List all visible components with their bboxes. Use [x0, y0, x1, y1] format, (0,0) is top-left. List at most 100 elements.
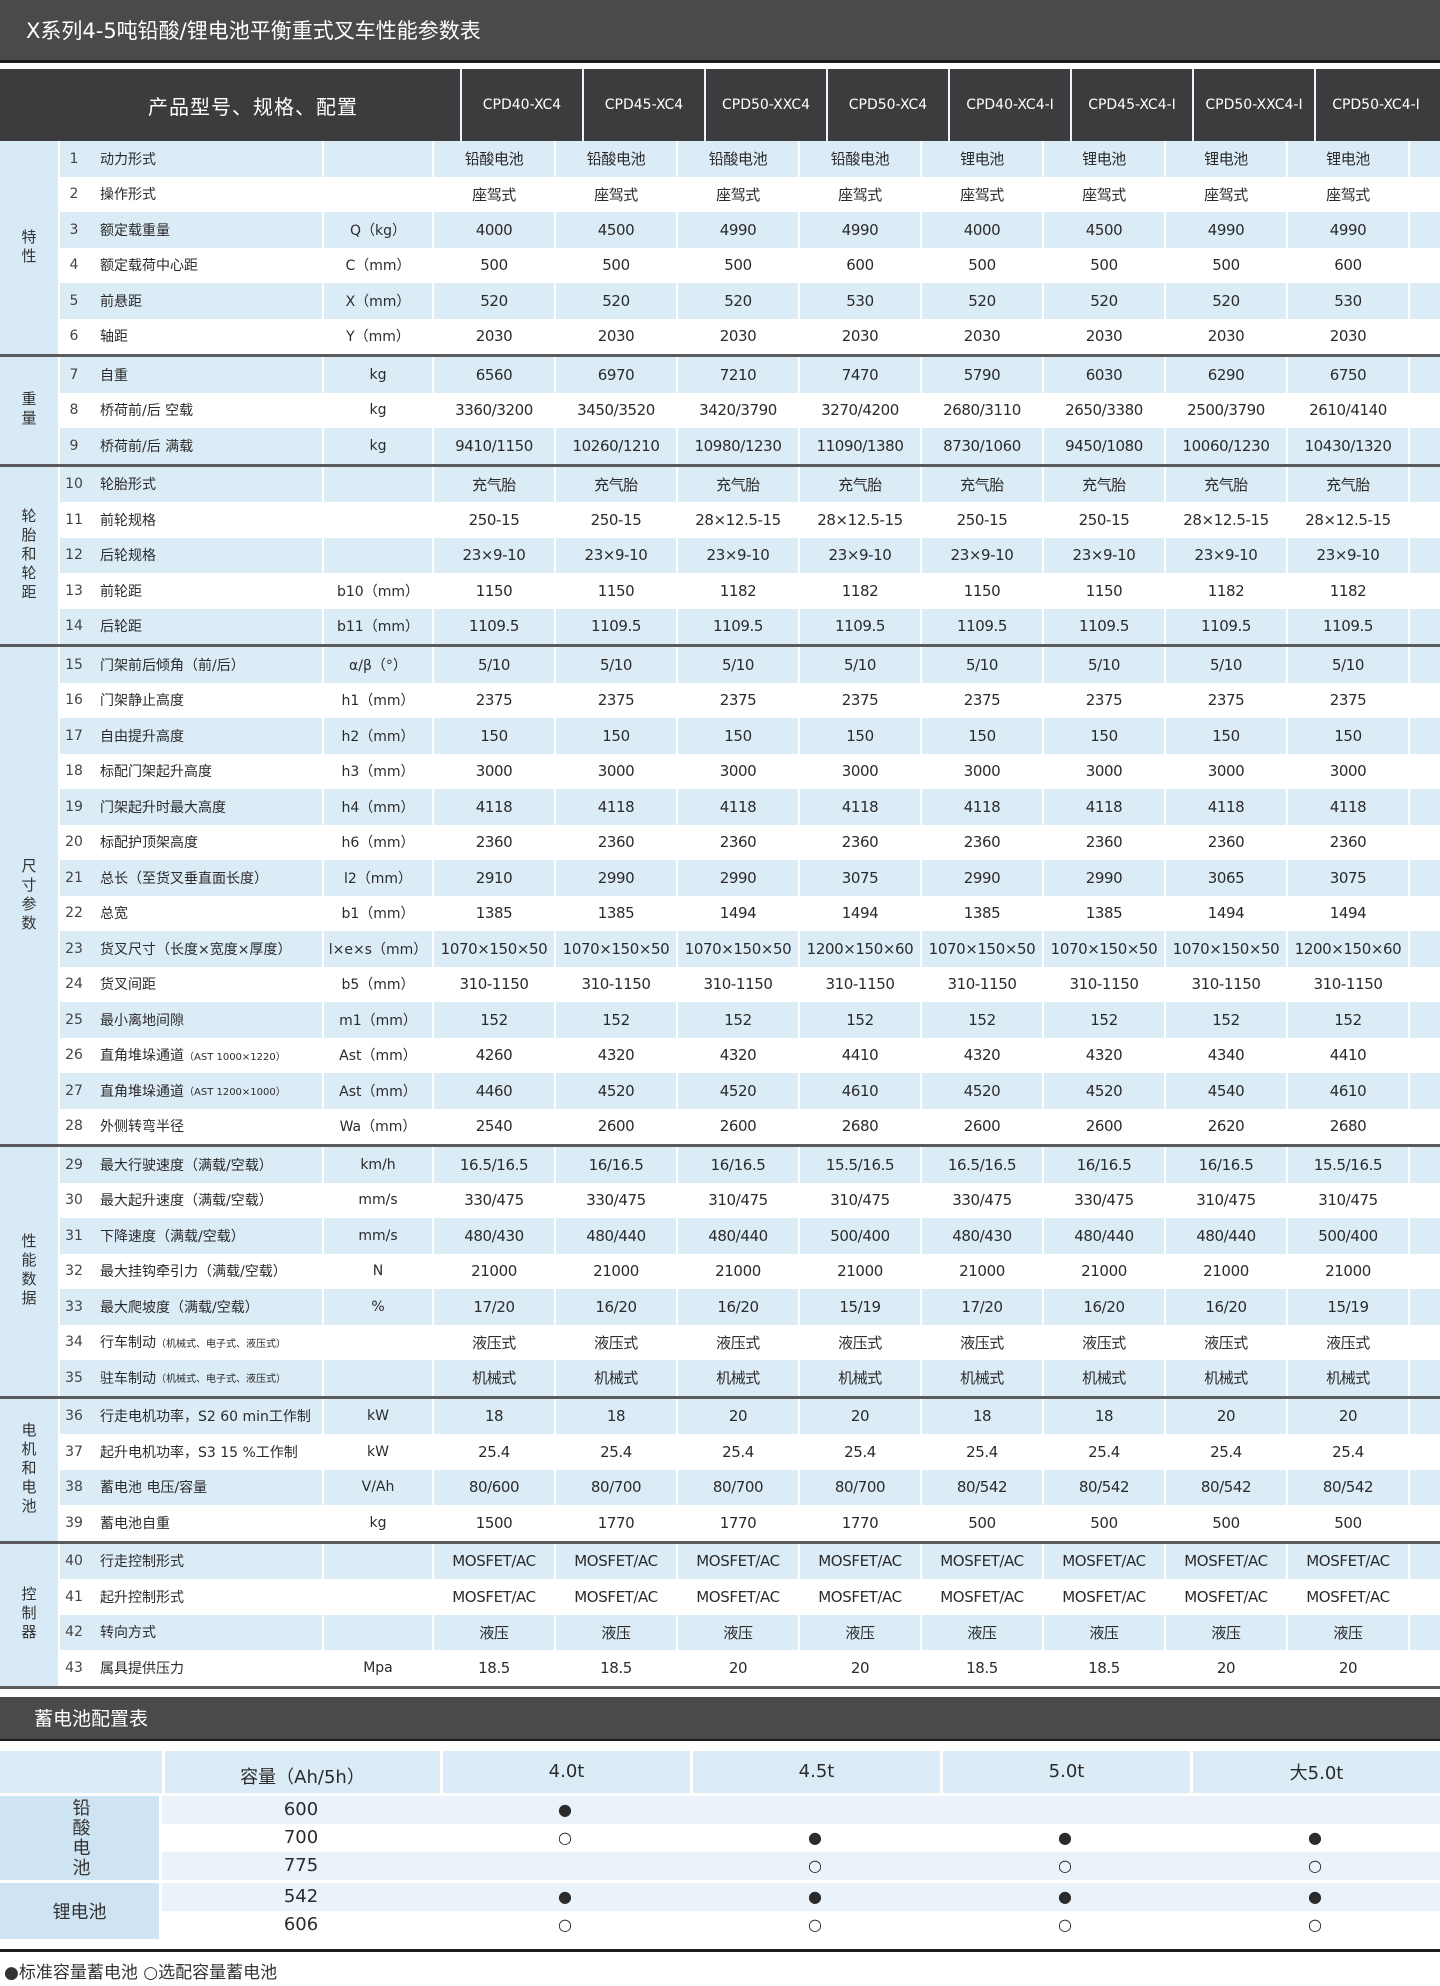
group-label-cell: 特性 — [0, 141, 60, 354]
row-number: 27 — [65, 1082, 83, 1099]
table-row: 11 前轮规格 250-15 250-15 28×12.5-15 28×12.5-15 25… — [60, 502, 1440, 538]
value-cell: 机械式 — [800, 1360, 922, 1396]
row-number: 3 — [69, 221, 79, 238]
table-row: 5 前悬距 X（mm） 520 520 520 530 520 520 520 530 — [60, 283, 1440, 319]
value-cell: 锂电池 — [1288, 141, 1410, 177]
value-cell: 2990 — [922, 860, 1044, 896]
value-cell: 1494 — [800, 895, 922, 931]
row-name: 总长（至货叉垂直面长度） — [88, 860, 324, 896]
row-name: 行走电机功率，S2 60 min工作制 — [88, 1398, 324, 1434]
value-cell: 5/10 — [1044, 647, 1166, 683]
value-cell: 1109.5 — [1166, 608, 1288, 644]
value-cell: 16/20 — [678, 1289, 800, 1325]
value-cell: 80/700 — [556, 1469, 678, 1505]
battery-footnote: ●标准容量蓄电池 ○选配容量蓄电池 — [0, 1948, 1440, 1983]
value-cell: 16/16.5 — [1166, 1147, 1288, 1183]
value-cell: 20 — [1288, 1650, 1410, 1686]
group-label-cell: 轮胎和轮距 — [0, 466, 60, 644]
value-cell: 500 — [1044, 1505, 1166, 1541]
row-name-text: 前悬距 — [100, 293, 142, 310]
table-row: 13 前轮距 b10（mm） 1150 1150 1182 1182 1150 1150 1182… — [60, 573, 1440, 609]
value-cell: 机械式 — [1166, 1360, 1288, 1396]
row-name-text: 行走控制形式 — [100, 1554, 184, 1571]
value-cell: 600 — [1288, 247, 1410, 283]
spec-group: 特性 1 动力形式 铅酸电池 铅酸电池 铅酸电池 铅酸电池 锂电池 锂电池 锂电池 锂电池 2 操作形式… — [0, 141, 1440, 357]
row-name-text: 总长（至货叉垂直面长度） — [100, 870, 268, 887]
value-cell: 310-1150 — [922, 966, 1044, 1002]
value-cell: 25.4 — [1044, 1434, 1166, 1470]
row-name: 最大行驶速度（满载/空载） — [88, 1147, 324, 1183]
table-row: 26 直角堆垛通道 （AST 1000×1220） Ast（mm） 4260 4320 43… — [60, 1037, 1440, 1073]
row-unit: b5（mm） — [324, 966, 434, 1002]
value-cell: 铅酸电池 — [800, 141, 922, 177]
value-cell: 150 — [1044, 718, 1166, 754]
value-cell: MOSFET/AC — [1288, 1543, 1410, 1579]
value-cell: 520 — [434, 283, 556, 319]
value-cell: 液压式 — [922, 1324, 1044, 1360]
row-unit — [324, 537, 434, 573]
value-cell: MOSFET/AC — [1166, 1543, 1288, 1579]
row-name: 标配门架起升高度 — [88, 753, 324, 789]
row-name-note: （AST 1000×1220） — [184, 1051, 286, 1063]
row-number: 36 — [65, 1408, 83, 1425]
value-cell: 152 — [556, 1002, 678, 1038]
value-cell: 152 — [1166, 1002, 1288, 1038]
table-row: 23 货叉尺寸（长度×宽度×厚度） l×e×s（mm） 1070×150×50 1070… — [60, 931, 1440, 967]
value-cell: 液压 — [1044, 1614, 1166, 1650]
value-cell: 4990 — [678, 212, 800, 248]
value-cell: 80/542 — [1044, 1469, 1166, 1505]
value-cell: 1385 — [922, 895, 1044, 931]
value-cell: 充气胎 — [434, 466, 556, 502]
tonnage-header: 4.0t — [440, 1750, 690, 1793]
value-cell: 250-15 — [434, 502, 556, 538]
value-cell: 4118 — [922, 789, 1044, 825]
value-cell: MOSFET/AC — [922, 1543, 1044, 1579]
row-name-text: 后轮距 — [100, 619, 142, 636]
row-number: 34 — [65, 1334, 83, 1351]
row-name: 最小离地间隙 — [88, 1002, 324, 1038]
value-cell: 16/16.5 — [678, 1147, 800, 1183]
row-name: 门架前后倾角（前/后） — [88, 647, 324, 683]
table-row: 41 起升控制形式 MOSFET/AC MOSFET/AC MOSFET/AC MOSFE… — [60, 1579, 1440, 1615]
value-cell: MOSFET/AC — [556, 1579, 678, 1615]
spec-group: 控制器 40 行走控制形式 MOSFET/AC MOSFET/AC MOSFET/AC MO… — [0, 1543, 1440, 1689]
value-cell: 20 — [1166, 1650, 1288, 1686]
row-number: 25 — [65, 1011, 83, 1028]
row-number: 5 — [69, 292, 79, 309]
row-unit: kg — [324, 357, 434, 393]
value-cell: 2360 — [434, 824, 556, 860]
row-number: 29 — [65, 1156, 83, 1173]
value-cell: 5790 — [922, 357, 1044, 393]
value-cell: 3000 — [556, 753, 678, 789]
value-cell: 11090/1380 — [800, 428, 922, 464]
value-cell: 4000 — [434, 212, 556, 248]
tonnage-header: 4.5t — [690, 1750, 940, 1793]
row-name: 驻车制动 （机械式、电子式、液压式） — [88, 1360, 324, 1396]
row-unit: Wa（mm） — [324, 1108, 434, 1144]
value-cell: 1070×150×50 — [1044, 931, 1166, 967]
value-cell: 152 — [800, 1002, 922, 1038]
row-number: 16 — [65, 692, 83, 709]
value-cell: 2620 — [1166, 1108, 1288, 1144]
row-number: 37 — [65, 1443, 83, 1460]
row-unit: h1（mm） — [324, 682, 434, 718]
value-cell: 18 — [556, 1398, 678, 1434]
row-name: 门架起升时最大高度 — [88, 789, 324, 825]
value-cell: 3450/3520 — [556, 392, 678, 428]
value-cell: 1070×150×50 — [1166, 931, 1288, 967]
row-name-text: 桥荷前/后 空载 — [100, 403, 194, 420]
value-cell: 4520 — [678, 1073, 800, 1109]
value-cell: 80/700 — [800, 1469, 922, 1505]
page-title: X系列4-5吨铅酸/锂电池平衡重式叉车性能参数表 — [0, 0, 1440, 63]
row-name: 操作形式 — [88, 176, 324, 212]
config-marker: ○ — [1058, 1915, 1072, 1934]
value-cell: 2030 — [678, 318, 800, 354]
row-name-text: 直角堆垛通道 — [100, 1083, 184, 1100]
value-cell: 1070×150×50 — [678, 931, 800, 967]
value-cell: 310-1150 — [678, 966, 800, 1002]
table-row: 7 自重 kg 6560 6970 7210 7470 5790 6030 6290 6750 — [60, 357, 1440, 393]
value-cell: 150 — [922, 718, 1044, 754]
row-unit: Q（kg） — [324, 212, 434, 248]
value-cell: 600 — [800, 247, 922, 283]
value-cell: 18.5 — [434, 1650, 556, 1686]
